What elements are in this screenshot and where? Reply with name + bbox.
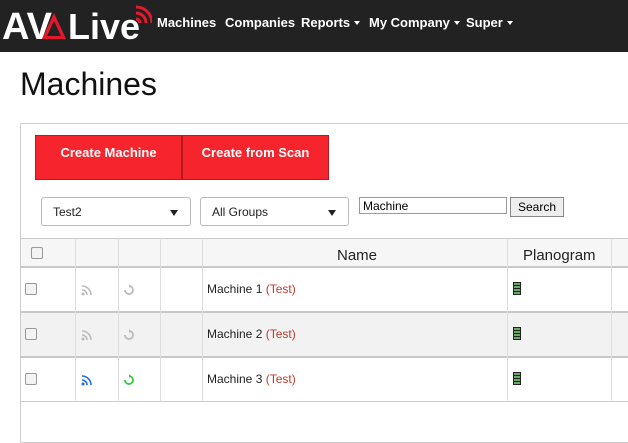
signal-icon <box>81 330 92 341</box>
table-top-border <box>21 238 628 239</box>
sync-icon <box>124 284 134 295</box>
planogram-icon[interactable] <box>513 372 521 385</box>
table-row <box>21 313 628 356</box>
column-divider <box>611 238 612 402</box>
sync-icon <box>124 329 134 340</box>
nav-reports[interactable]: Reports <box>301 15 361 30</box>
nav-machines[interactable]: Machines <box>157 15 216 30</box>
dropdown-arrow-icon <box>328 210 336 216</box>
company-select-value: Test2 <box>53 205 82 219</box>
machine-name[interactable]: Machine 3 (Test) <box>207 372 296 386</box>
column-divider <box>507 238 508 402</box>
signal-icon <box>81 285 92 296</box>
row-divider <box>21 401 628 402</box>
planogram-icon[interactable] <box>513 282 521 295</box>
select-all-checkbox[interactable] <box>31 247 43 259</box>
row-checkbox[interactable] <box>25 328 37 340</box>
row-divider <box>21 356 628 358</box>
row-checkbox[interactable] <box>25 373 37 385</box>
row-divider <box>21 311 628 313</box>
caret-down-icon <box>453 21 460 25</box>
planogram-icon[interactable] <box>513 327 521 340</box>
test-tag: (Test) <box>265 282 296 296</box>
machine-name[interactable]: Machine 1 (Test) <box>207 282 296 296</box>
column-divider <box>202 238 203 402</box>
avlive-logo[interactable]: AV Live <box>2 3 152 47</box>
group-select-value: All Groups <box>212 205 269 219</box>
top-navbar: AV Live Machines Companies Reports My Co… <box>0 0 628 52</box>
caret-down-icon <box>354 21 361 25</box>
column-header-name[interactable]: Name <box>337 247 377 264</box>
company-select[interactable]: Test2 <box>41 197 191 226</box>
page-title: Machines <box>20 66 157 102</box>
nav-companies[interactable]: Companies <box>225 15 295 30</box>
column-divider <box>160 238 161 402</box>
nav-my-company[interactable]: My Company <box>369 15 460 30</box>
sync-icon <box>124 374 134 385</box>
column-divider <box>118 238 119 402</box>
nav-super[interactable]: Super <box>466 15 513 30</box>
svg-text:Live: Live <box>68 6 140 47</box>
row-checkbox[interactable] <box>25 283 37 295</box>
dropdown-arrow-icon <box>170 210 178 216</box>
search-button[interactable]: Search <box>510 197 564 217</box>
group-select[interactable]: All Groups <box>200 197 349 226</box>
svg-text:AV: AV <box>2 6 53 47</box>
test-tag: (Test) <box>265 327 296 341</box>
create-machine-button[interactable]: Create Machine <box>35 135 182 180</box>
column-header-planogram[interactable]: Planogram <box>523 247 596 264</box>
column-divider <box>75 238 76 402</box>
table-row <box>21 358 628 401</box>
create-from-scan-button[interactable]: Create from Scan <box>182 135 329 180</box>
search-input[interactable] <box>359 197 507 214</box>
test-tag: (Test) <box>265 372 296 386</box>
table-row <box>21 268 628 311</box>
signal-icon <box>81 375 92 386</box>
machine-name[interactable]: Machine 2 (Test) <box>207 327 296 341</box>
caret-down-icon <box>506 21 513 25</box>
